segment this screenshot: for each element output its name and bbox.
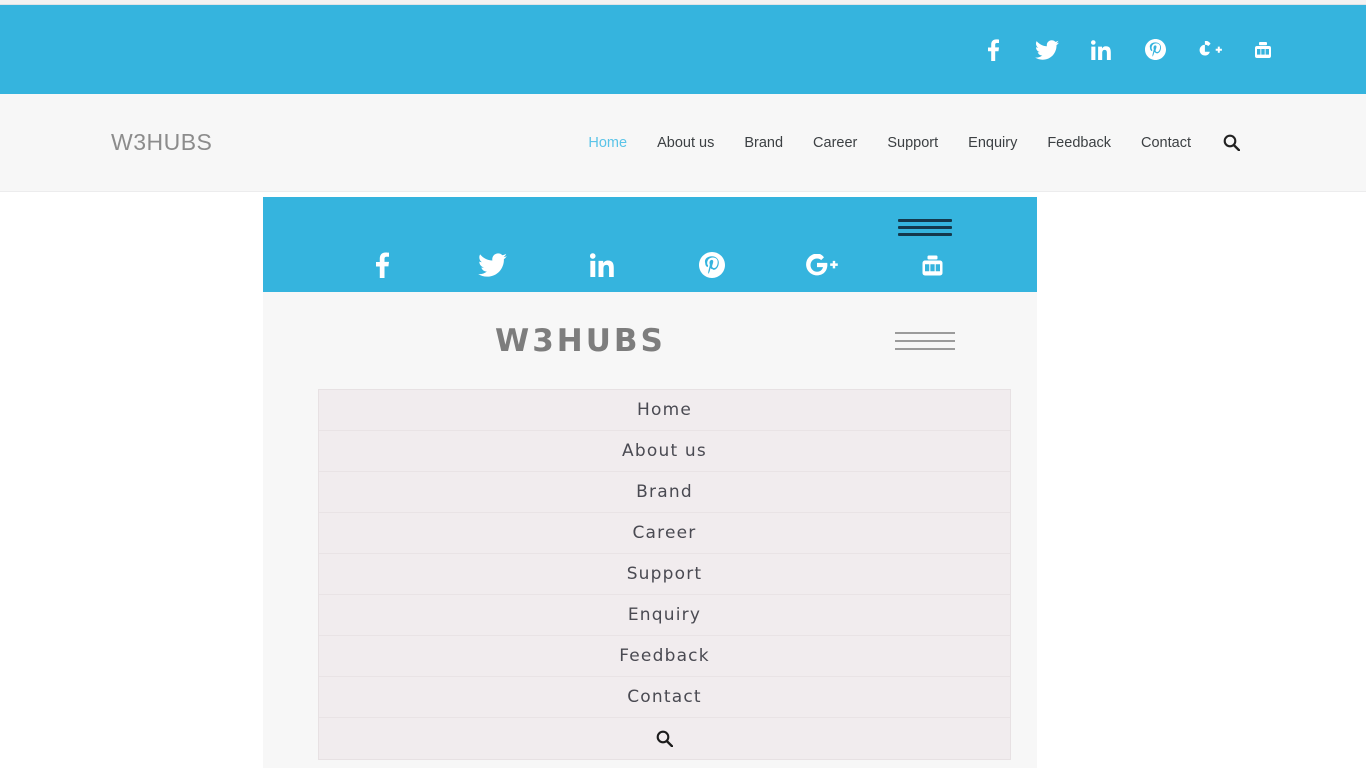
hamburger-line [898, 233, 952, 236]
mobile-nav-item-about-us[interactable]: About us [319, 431, 1010, 472]
linkedin-icon[interactable] [1074, 35, 1128, 65]
hamburger-line [898, 226, 952, 229]
hamburger-line [895, 331, 955, 334]
mobile-preview-panel: W3HUBS Home About us Brand Career Suppor… [263, 197, 1037, 768]
mobile-nav-item-career[interactable]: Career [319, 513, 1010, 554]
mobile-site-logo[interactable]: W3HUBS [495, 323, 666, 359]
googleplus-icon[interactable] [1182, 35, 1236, 65]
nav-item-support[interactable]: Support [872, 135, 953, 151]
desktop-social-bar [0, 5, 1366, 94]
youtube-icon[interactable] [1236, 35, 1290, 65]
mobile-nav-item-home[interactable]: Home [319, 390, 1010, 431]
twitter-icon[interactable] [1020, 35, 1074, 65]
hamburger-line [898, 219, 952, 222]
facebook-icon[interactable] [966, 35, 1020, 65]
mobile-social-icon-list [263, 249, 1037, 281]
nav-item-career[interactable]: Career [798, 135, 872, 151]
mobile-nav-item-contact[interactable]: Contact [319, 677, 1010, 718]
googleplus-icon[interactable] [801, 249, 843, 281]
search-icon[interactable] [1206, 134, 1248, 151]
hamburger-line [895, 339, 955, 342]
nav-item-home[interactable]: Home [573, 135, 642, 151]
pinterest-icon[interactable] [691, 249, 733, 281]
mobile-nav-item-enquiry[interactable]: Enquiry [319, 595, 1010, 636]
nav-item-enquiry[interactable]: Enquiry [953, 135, 1032, 151]
mobile-nav-item-feedback[interactable]: Feedback [319, 636, 1010, 677]
main-navigation: Home About us Brand Career Support Enqui… [573, 134, 1248, 151]
hamburger-line [895, 347, 955, 350]
mobile-nav-item-brand[interactable]: Brand [319, 472, 1010, 513]
nav-item-brand[interactable]: Brand [729, 135, 798, 151]
nav-item-feedback[interactable]: Feedback [1032, 135, 1126, 151]
mobile-social-menu-toggle-icon[interactable] [898, 219, 952, 236]
mobile-search-icon[interactable] [319, 718, 1010, 759]
desktop-navbar: W3HUBS Home About us Brand Career Suppor… [0, 94, 1366, 192]
twitter-icon[interactable] [471, 249, 513, 281]
linkedin-icon[interactable] [581, 249, 623, 281]
mobile-menu-toggle-icon[interactable] [895, 331, 955, 350]
nav-item-contact[interactable]: Contact [1126, 135, 1206, 151]
youtube-icon[interactable] [911, 249, 953, 281]
mobile-social-bar [263, 197, 1037, 292]
pinterest-icon[interactable] [1128, 35, 1182, 65]
mobile-logo-bar: W3HUBS [263, 292, 1037, 389]
site-logo[interactable]: W3HUBS [111, 129, 212, 156]
facebook-icon[interactable] [361, 249, 403, 281]
nav-item-about-us[interactable]: About us [642, 135, 729, 151]
mobile-menu-list: Home About us Brand Career Support Enqui… [318, 389, 1011, 760]
mobile-nav-item-support[interactable]: Support [319, 554, 1010, 595]
